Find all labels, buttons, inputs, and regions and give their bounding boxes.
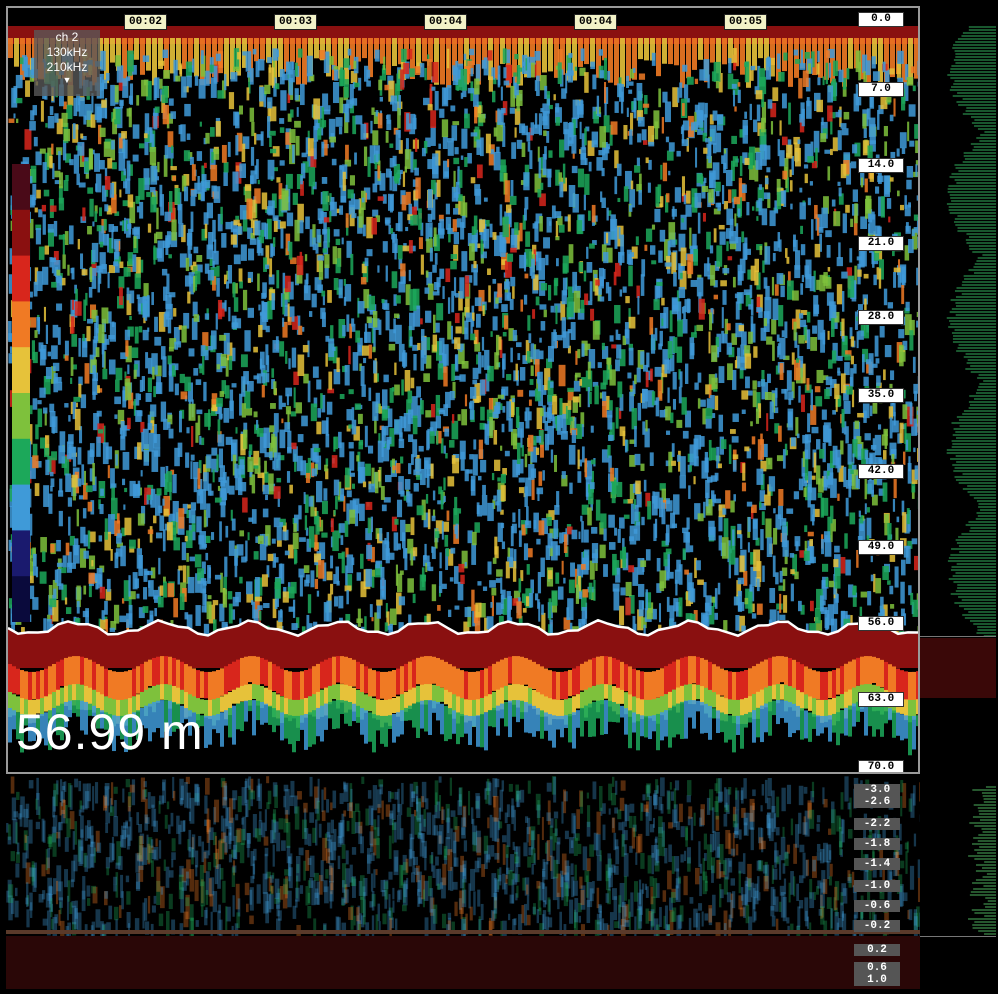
- channel-name: ch 2: [34, 30, 100, 45]
- side-histogram: [920, 6, 996, 989]
- offset-tick-label: -2.2: [854, 818, 900, 830]
- color-scale-bar: [12, 164, 30, 622]
- offset-tick-label: 0.6: [854, 962, 900, 974]
- depth-tick-label: 49.0: [858, 540, 904, 555]
- depth-tick-label: 14.0: [858, 158, 904, 173]
- color-scale-step: [12, 576, 30, 622]
- depth-tick-label: 28.0: [858, 310, 904, 325]
- side-panel-divider: [920, 936, 996, 937]
- depth-tick-label: 0.0: [858, 12, 904, 27]
- time-tick-label: 00:02: [124, 14, 167, 30]
- time-tick-label: 00:04: [574, 14, 617, 30]
- bottom-lock-view[interactable]: -3.0-2.6 -2.2 -1.8 -1.4 -1.0 -0.6 -0.2 0.2 0.61.…: [6, 776, 920, 989]
- depth-tick-label: 70.0: [858, 760, 904, 774]
- color-scale-step: [12, 301, 30, 348]
- color-scale-step: [12, 439, 30, 486]
- color-scale-step: [12, 530, 30, 577]
- offset-tick-label: -1.0: [854, 880, 900, 892]
- color-scale-step: [12, 164, 30, 211]
- color-scale-step: [12, 347, 30, 394]
- color-scale-step: [12, 256, 30, 303]
- offset-tick-label: 0.2: [854, 944, 900, 956]
- color-scale-step: [12, 485, 30, 532]
- offset-tick-label: -3.0: [854, 784, 900, 796]
- bottom-lock-texture: [6, 776, 920, 989]
- offset-tick-label: -2.6: [854, 796, 900, 808]
- echo-texture: [8, 26, 918, 772]
- offset-tick-label: -1.4: [854, 858, 900, 870]
- depth-tick-label: 21.0: [858, 236, 904, 251]
- chevron-down-icon[interactable]: ▼: [34, 75, 100, 87]
- color-scale-step: [12, 210, 30, 257]
- color-scale-step: [12, 393, 30, 440]
- side-panel-divider: [920, 636, 996, 637]
- offset-tick-label: -0.6: [854, 900, 900, 912]
- depth-tick-label: 35.0: [858, 388, 904, 403]
- bottom-lock-canvas[interactable]: [6, 776, 920, 989]
- histogram-bars: [920, 26, 996, 935]
- offset-tick-label: -0.2: [854, 920, 900, 932]
- echogram-main-view[interactable]: 00:02 00:03 00:04 00:04 00:05 0.0 7.0 14.0 21.0…: [6, 6, 920, 774]
- offset-tick-label: -1.8: [854, 838, 900, 850]
- bottom-depth-readout: 56.99 m: [16, 702, 204, 762]
- echogram-canvas[interactable]: [8, 8, 918, 772]
- channel-freq-high: 210kHz: [34, 60, 100, 75]
- channel-freq-low: 130kHz: [34, 45, 100, 60]
- time-tick-label: 00:04: [424, 14, 467, 30]
- offset-tick-label: 1.0: [854, 974, 900, 986]
- depth-tick-label: 63.0: [858, 692, 904, 707]
- time-tick-label: 00:05: [724, 14, 767, 30]
- depth-tick-label: 56.0: [858, 616, 904, 631]
- depth-tick-label: 7.0: [858, 82, 904, 97]
- depth-tick-label: 42.0: [858, 464, 904, 479]
- channel-selector[interactable]: ch 2 130kHz 210kHz ▼: [34, 30, 100, 96]
- time-tick-label: 00:03: [274, 14, 317, 30]
- side-histogram-panel: [920, 6, 996, 989]
